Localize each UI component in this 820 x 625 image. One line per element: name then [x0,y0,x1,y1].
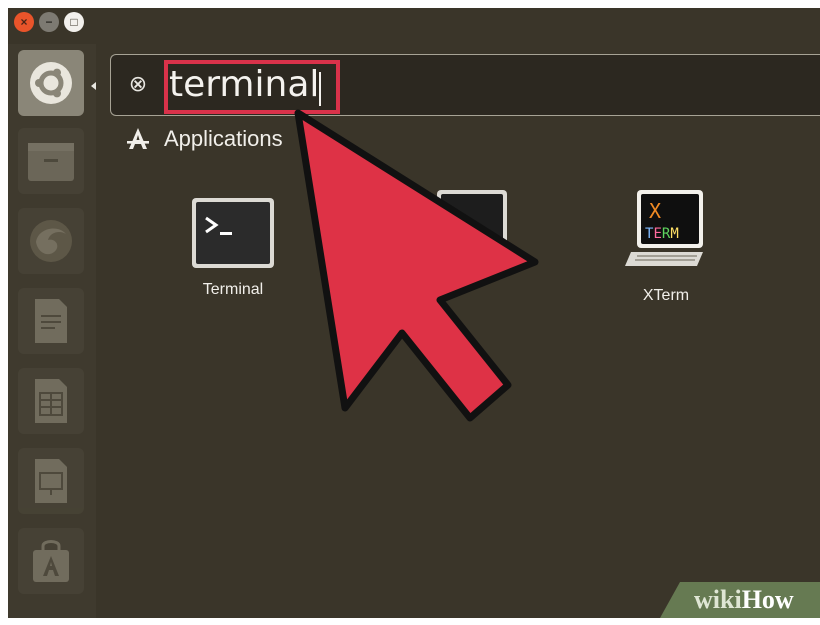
uxterm-icon [437,190,507,248]
launcher-ubuntu-button[interactable] [18,50,84,116]
text-caret [319,72,321,106]
launcher-calc-button[interactable] [18,368,84,434]
xterm-icon-term: TERM [645,226,679,242]
unity-dash: × − □ ⊗ terminal Applications Terminal r… [8,8,820,618]
clear-search-icon[interactable]: ⊗ [126,72,150,96]
wikihow-watermark: wikiHow [660,582,820,618]
terminal-icon [192,198,274,268]
firefox-icon [30,220,72,262]
launcher-files-button[interactable] [18,128,84,194]
launcher-impress-button[interactable] [18,448,84,514]
search-bar: ⊗ [110,54,820,116]
result-label: XTerm [642,287,690,304]
xterm-icon-x: X [649,199,661,223]
xterm-icon: X TERM [625,190,703,266]
launcher-software-button[interactable] [18,528,84,594]
result-xterm[interactable]: X TERM XTerm [591,188,741,305]
files-icon [28,143,74,181]
shopping-bag-icon [33,540,69,582]
result-terminal[interactable]: Terminal [158,198,308,299]
applications-icon [127,128,149,149]
launcher [8,44,96,618]
maximize-icon[interactable]: □ [64,12,84,32]
minimize-icon[interactable]: − [39,12,59,32]
launcher-firefox-button[interactable] [18,208,84,274]
result-uxterm[interactable]: rm [393,188,543,285]
launcher-writer-button[interactable] [18,288,84,354]
ubuntu-logo-icon [30,62,72,104]
presentation-icon [35,459,67,503]
document-icon [35,299,67,343]
category-header[interactable]: Applications [126,126,283,152]
close-icon[interactable]: × [14,12,34,32]
search-input[interactable] [163,61,405,107]
spreadsheet-icon [35,379,67,423]
window-controls: × − □ [14,12,84,32]
category-label: Applications [164,126,283,151]
result-label: Terminal [202,281,264,298]
launcher-active-indicator [91,82,96,90]
result-label: rm [477,267,497,284]
